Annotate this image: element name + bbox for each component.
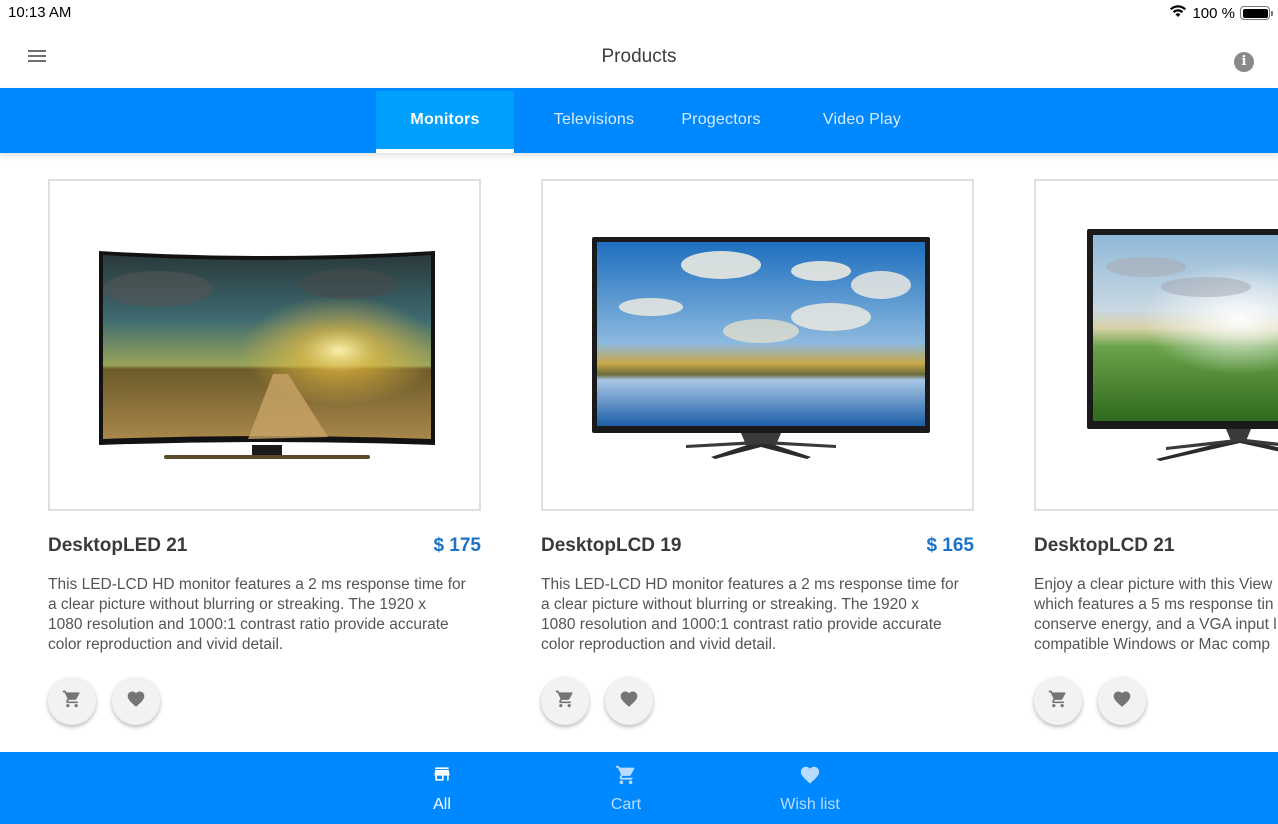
tab-progectors[interactable]: Progectors: [662, 91, 780, 153]
nav-wish-list[interactable]: Wish list: [750, 752, 870, 824]
heart-icon: [619, 689, 639, 714]
description-line: Enjoy a clear picture with this View: [1034, 576, 1273, 593]
description-line: a clear picture without blurring or stre…: [541, 596, 919, 613]
store-icon: [432, 764, 452, 789]
product-description: Enjoy a clear picture with this View whi…: [1034, 575, 1278, 655]
add-to-wishlist-button[interactable]: [605, 677, 653, 725]
flat-tv-image: [591, 235, 931, 467]
description-line: compatible Windows or Mac comp: [1034, 636, 1271, 653]
description-line: color reproduction and vivid detail.: [541, 636, 777, 653]
description-line: which features a 5 ms response tin: [1034, 596, 1274, 613]
nav-cart[interactable]: Cart: [566, 752, 686, 824]
product-description: This LED-LCD HD monitor features a 2 ms …: [48, 575, 481, 655]
add-to-cart-button[interactable]: [48, 677, 96, 725]
heart-icon: [799, 764, 821, 791]
tab-televisions[interactable]: Televisions: [530, 91, 658, 153]
description-line: color reproduction and vivid detail.: [48, 636, 284, 653]
status-indicators: 100 %: [1169, 4, 1273, 22]
product-header: DesktopLCD 21: [1034, 535, 1278, 565]
product-header: DesktopLED 21 $ 175: [48, 535, 481, 565]
add-to-cart-button[interactable]: [541, 677, 589, 725]
description-line: conserve energy, and a VGA input l: [1034, 616, 1277, 633]
nav-label: Wish list: [780, 796, 840, 813]
add-to-wishlist-button[interactable]: [1098, 677, 1146, 725]
page-title: Products: [601, 46, 677, 67]
product-actions: [541, 677, 974, 725]
product-name[interactable]: DesktopLCD 21: [1034, 535, 1174, 557]
flat-tv-image: [1086, 227, 1278, 467]
product-actions: [1034, 677, 1278, 725]
nav-label: All: [433, 796, 451, 813]
product-image[interactable]: [48, 179, 481, 511]
product-actions: [48, 677, 481, 725]
product-price: $ 175: [433, 535, 481, 556]
add-to-cart-button[interactable]: [1034, 677, 1082, 725]
description-line: a clear picture without blurring or stre…: [48, 596, 426, 613]
description-line: This LED-LCD HD monitor features a 2 ms …: [48, 576, 466, 593]
description-line: 1080 resolution and 1000:1 contrast rati…: [541, 616, 942, 633]
product-card[interactable]: DesktopLED 21 $ 175 This LED-LCD HD moni…: [48, 179, 481, 725]
product-description: This LED-LCD HD monitor features a 2 ms …: [541, 575, 974, 655]
bottom-navigation: All Cart Wish list: [0, 752, 1278, 824]
product-image[interactable]: [1034, 179, 1278, 511]
tab-video-play[interactable]: Video Play: [798, 91, 926, 153]
product-card[interactable]: DesktopLCD 19 $ 165 This LED-LCD HD moni…: [541, 179, 974, 725]
nav-all[interactable]: All: [382, 752, 502, 824]
nav-label: Cart: [610, 796, 642, 813]
product-header: DesktopLCD 19 $ 165: [541, 535, 974, 565]
wifi-icon: [1169, 4, 1187, 22]
battery-icon: [1240, 6, 1273, 20]
product-name[interactable]: DesktopLCD 19: [541, 535, 681, 557]
cart-icon: [62, 689, 82, 714]
tab-monitors[interactable]: Monitors: [376, 91, 514, 153]
cart-icon: [1048, 689, 1068, 714]
battery-fill: [1242, 8, 1268, 18]
info-icon[interactable]: i: [1234, 52, 1254, 72]
product-name[interactable]: DesktopLED 21: [48, 535, 187, 557]
product-list: DesktopLED 21 $ 175 This LED-LCD HD moni…: [0, 153, 1278, 752]
app-header: Products i: [0, 26, 1278, 88]
status-time: 10:13 AM: [8, 4, 72, 21]
add-to-wishlist-button[interactable]: [112, 677, 160, 725]
curved-monitor-image: [98, 249, 436, 463]
product-price: $ 165: [926, 535, 974, 556]
status-bar: 10:13 AM 100 %: [0, 0, 1278, 26]
cart-icon: [555, 689, 575, 714]
category-tabs: Monitors Televisions Progectors Video Pl…: [0, 88, 1278, 153]
heart-icon: [1112, 689, 1132, 714]
heart-icon: [126, 689, 146, 714]
battery-percent: 100 %: [1192, 4, 1235, 22]
product-image[interactable]: [541, 179, 974, 511]
product-card[interactable]: DesktopLCD 21 Enjoy a clear picture with…: [1034, 179, 1278, 725]
description-line: This LED-LCD HD monitor features a 2 ms …: [541, 576, 959, 593]
description-line: 1080 resolution and 1000:1 contrast rati…: [48, 616, 449, 633]
cart-icon: [615, 764, 637, 791]
